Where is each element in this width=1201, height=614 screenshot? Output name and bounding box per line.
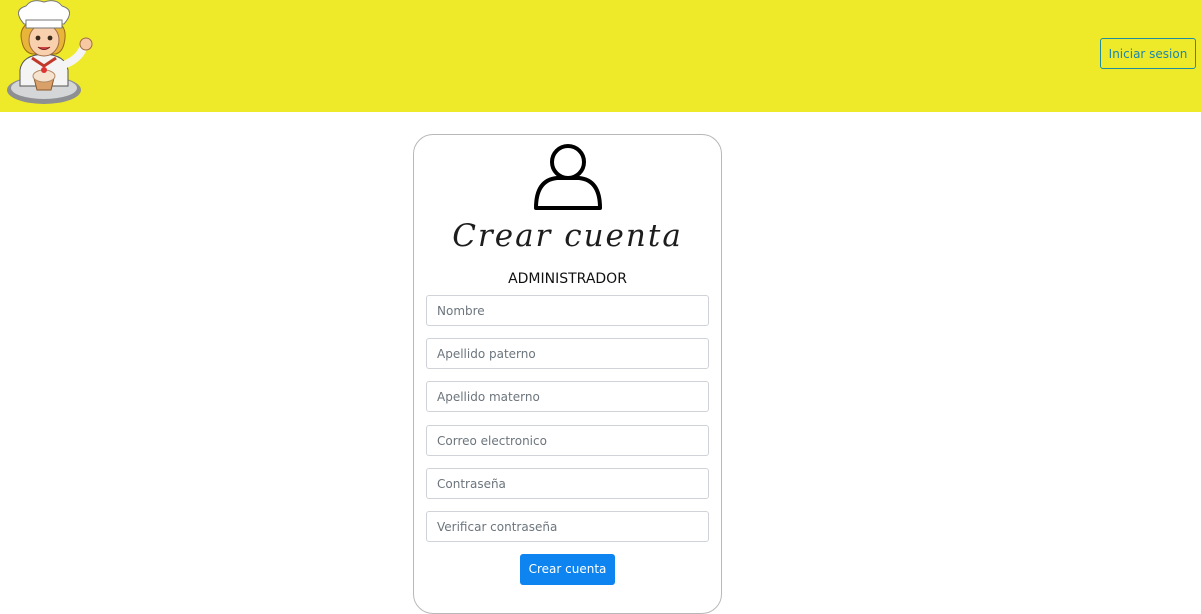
verify-password-input[interactable] [426,511,709,542]
nombre-input[interactable] [426,295,709,326]
email-input[interactable] [426,425,709,456]
create-account-button[interactable]: Crear cuenta [520,554,615,585]
apellido-materno-input[interactable] [426,381,709,412]
form-subtitle: ADMINISTRADOR [508,271,627,287]
top-navbar: Iniciar sesion [0,0,1201,112]
apellido-paterno-input[interactable] [426,338,709,369]
login-button[interactable]: Iniciar sesion [1100,38,1196,69]
password-input[interactable] [426,468,709,499]
page-title: Crear cuenta [452,218,683,254]
chef-girl-logo-icon [7,0,93,104]
user-icon [534,144,602,210]
